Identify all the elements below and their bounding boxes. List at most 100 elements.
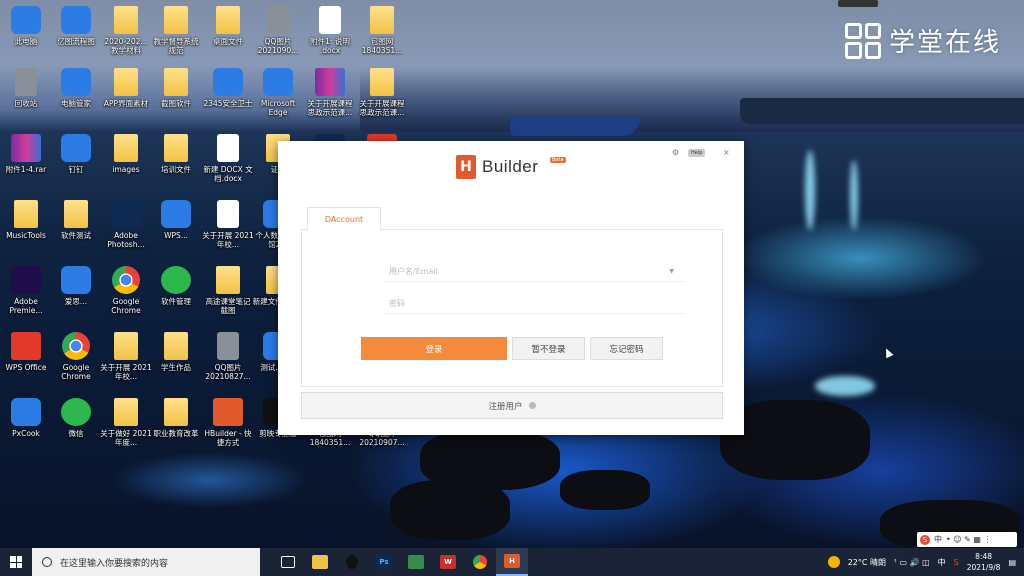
desktop-icon-label: 附件1-4.rar (5, 165, 47, 174)
start-button[interactable] (0, 548, 32, 576)
folder-icon (164, 6, 188, 34)
task-view-button[interactable] (272, 548, 304, 576)
password-placeholder: 密码 (389, 299, 405, 308)
desktop-icon[interactable]: 附件1-4.rar (0, 134, 52, 174)
desktop-icon[interactable]: 软件测试 (50, 200, 102, 240)
skip-login-button[interactable]: 暂不登录 (512, 337, 585, 360)
password-field[interactable]: 密码 (384, 294, 684, 314)
notifications-icon[interactable]: ▤ (1008, 558, 1016, 567)
username-field[interactable]: 用户名/Email ▼ (384, 262, 684, 282)
clock-time: 8:48 (975, 552, 993, 561)
desktop-icon[interactable]: 微信 (50, 398, 102, 438)
desktop-icon-label: 亿图流程图 (57, 37, 95, 46)
photoshop-button[interactable]: Ps (368, 548, 400, 576)
desktop-icon[interactable]: Google Chrome (50, 332, 102, 381)
desktop-icon[interactable]: 关于做好 2021年度... (100, 398, 152, 447)
desktop-icon[interactable]: APP界面素材 (100, 68, 152, 108)
word-doc-icon (319, 6, 341, 34)
wps-button[interactable]: W (432, 548, 464, 576)
ime-mode: 中 (934, 535, 942, 544)
taskbar: 在这里输入你要搜索的内容 Ps W H 22°C 晴朗 ꜛ ▭ 🔊 ◫ 中 S … (0, 548, 1024, 576)
desktop-icon-label: 此电脑 (14, 37, 38, 46)
desktop-icon-label: 高途课堂笔记 截图 (205, 297, 251, 315)
desktop-icon[interactable]: Adobe Premie... (0, 266, 52, 315)
login-button[interactable]: 登录 (361, 337, 507, 360)
qq-button[interactable] (336, 548, 368, 576)
taskbar-search[interactable]: 在这里输入你要搜索的内容 (32, 548, 260, 576)
desktop-icon[interactable]: 教学督导系统 规范 (150, 6, 202, 55)
desktop-icon-label: 回收站 (14, 99, 38, 108)
register-icon (528, 402, 536, 409)
tray-icons[interactable]: ꜛ ▭ 🔊 ◫ (894, 558, 930, 567)
desktop-icon[interactable]: 包图网 1840351... (356, 6, 408, 55)
help-badge[interactable]: Help (688, 149, 706, 157)
desktop-icon[interactable]: 亿图流程图 (50, 6, 102, 46)
desktop-icon[interactable]: HBuilder - 快捷方式 (202, 398, 254, 447)
desktop-icon[interactable]: Google Chrome (100, 266, 152, 315)
weather-sun-icon[interactable] (827, 556, 840, 568)
desktop-icon-label: 培训文件 (161, 165, 191, 174)
desktop-icon[interactable]: 新建 DOCX 文档.docx (202, 134, 254, 183)
desktop-icon[interactable]: 附件1: 说明 .docx (304, 6, 356, 55)
tab-daccount[interactable]: DAccount (307, 207, 381, 230)
desktop-icon[interactable]: PxCook (0, 398, 52, 438)
desktop-icon[interactable]: 职业教育改革 (150, 398, 202, 438)
tray-sogou-icon[interactable]: S (954, 558, 959, 567)
desktop-icon[interactable]: 软件管理 (150, 266, 202, 306)
file-explorer-button[interactable] (304, 548, 336, 576)
desktop-icon[interactable]: 关于开展课程 思政示范课... (304, 68, 356, 117)
weather-text[interactable]: 22°C 晴朗 (848, 557, 886, 568)
desktop-icon[interactable]: WPS... (150, 200, 202, 240)
desktop-icon[interactable]: 2345安全卫士 (202, 68, 254, 108)
chrome-button[interactable] (464, 548, 496, 576)
username-placeholder: 用户名/Email (389, 267, 438, 276)
forgot-password-button[interactable]: 忘记密码 (590, 337, 663, 360)
chrome-icon (62, 332, 90, 360)
close-icon[interactable]: × (723, 148, 730, 157)
image-icon (217, 332, 239, 360)
desktop-icon[interactable]: Microsoft Edge (252, 68, 304, 117)
desktop-icon[interactable]: 学生作品 (150, 332, 202, 372)
desktop-icon[interactable]: 关于开展课程 思政示范课... (356, 68, 408, 117)
folder-icon (216, 266, 240, 294)
desktop-icon[interactable]: images (100, 134, 152, 174)
ime-toolbar[interactable]: S 中 • ☺ ✎ ▦ ⋮ (917, 532, 1017, 547)
desktop-icon[interactable]: QQ图片 2021090... (252, 6, 304, 55)
desktop-icon[interactable]: 关于开展 2021年校... (100, 332, 152, 381)
desktop-icon-label: QQ图片 2021090... (257, 37, 299, 55)
dingtalk-icon (61, 134, 91, 162)
desktop-icon[interactable]: QQ图片 20210827... (202, 332, 254, 381)
taskbar-apps: Ps W H (272, 548, 528, 576)
desktop-icon[interactable]: MusicTools (0, 200, 52, 240)
desktop-icon[interactable]: 2020-202... 教学材料 (100, 6, 152, 55)
desktop-icon-label: 关于开展课程 思政示范课... (359, 99, 405, 117)
settings-icon[interactable]: ⚙ (672, 148, 679, 157)
desktop-icon[interactable]: 截图软件 (150, 68, 202, 108)
hbuilder-icon (213, 398, 243, 426)
app-button[interactable] (400, 548, 432, 576)
archive-icon (315, 68, 345, 96)
register-button[interactable]: 注册用户 (301, 392, 723, 419)
desktop-icon[interactable]: 爱思... (50, 266, 102, 306)
desktop-icon[interactable]: WPS Office (0, 332, 52, 372)
desktop-icon[interactable]: 电脑管家 (50, 68, 102, 108)
desktop-icon[interactable]: 培训文件 (150, 134, 202, 174)
desktop-icon[interactable]: 回收站 (0, 68, 52, 108)
clock[interactable]: 8:48 2021/9/8 (967, 551, 1001, 573)
desktop-icon-label: APP界面素材 (103, 99, 149, 108)
chevron-down-icon[interactable]: ▼ (669, 268, 674, 275)
tray-ime[interactable]: 中 (938, 557, 946, 568)
desktop-icon[interactable]: 钉钉 (50, 134, 102, 174)
ime-tools-icon[interactable]: • ☺ ✎ ▦ ⋮ (946, 535, 992, 544)
system-tray: 22°C 晴朗 ꜛ ▭ 🔊 ◫ 中 S 8:48 2021/9/8 ▤ (827, 548, 1024, 576)
hbuilder-button[interactable]: H (496, 548, 528, 576)
desktop-icon[interactable]: Adobe Photosh... (100, 200, 152, 249)
wps-icon: W (440, 555, 456, 569)
desktop-icon[interactable]: 桌面文件 (202, 6, 254, 46)
folder-icon (370, 68, 394, 96)
folder-icon (312, 555, 328, 569)
desktop-icon[interactable]: 关于开展 2021年校... (202, 200, 254, 249)
windows-icon (10, 556, 22, 568)
desktop-icon[interactable]: 高途课堂笔记 截图 (202, 266, 254, 315)
desktop-icon[interactable]: 此电脑 (0, 6, 52, 46)
